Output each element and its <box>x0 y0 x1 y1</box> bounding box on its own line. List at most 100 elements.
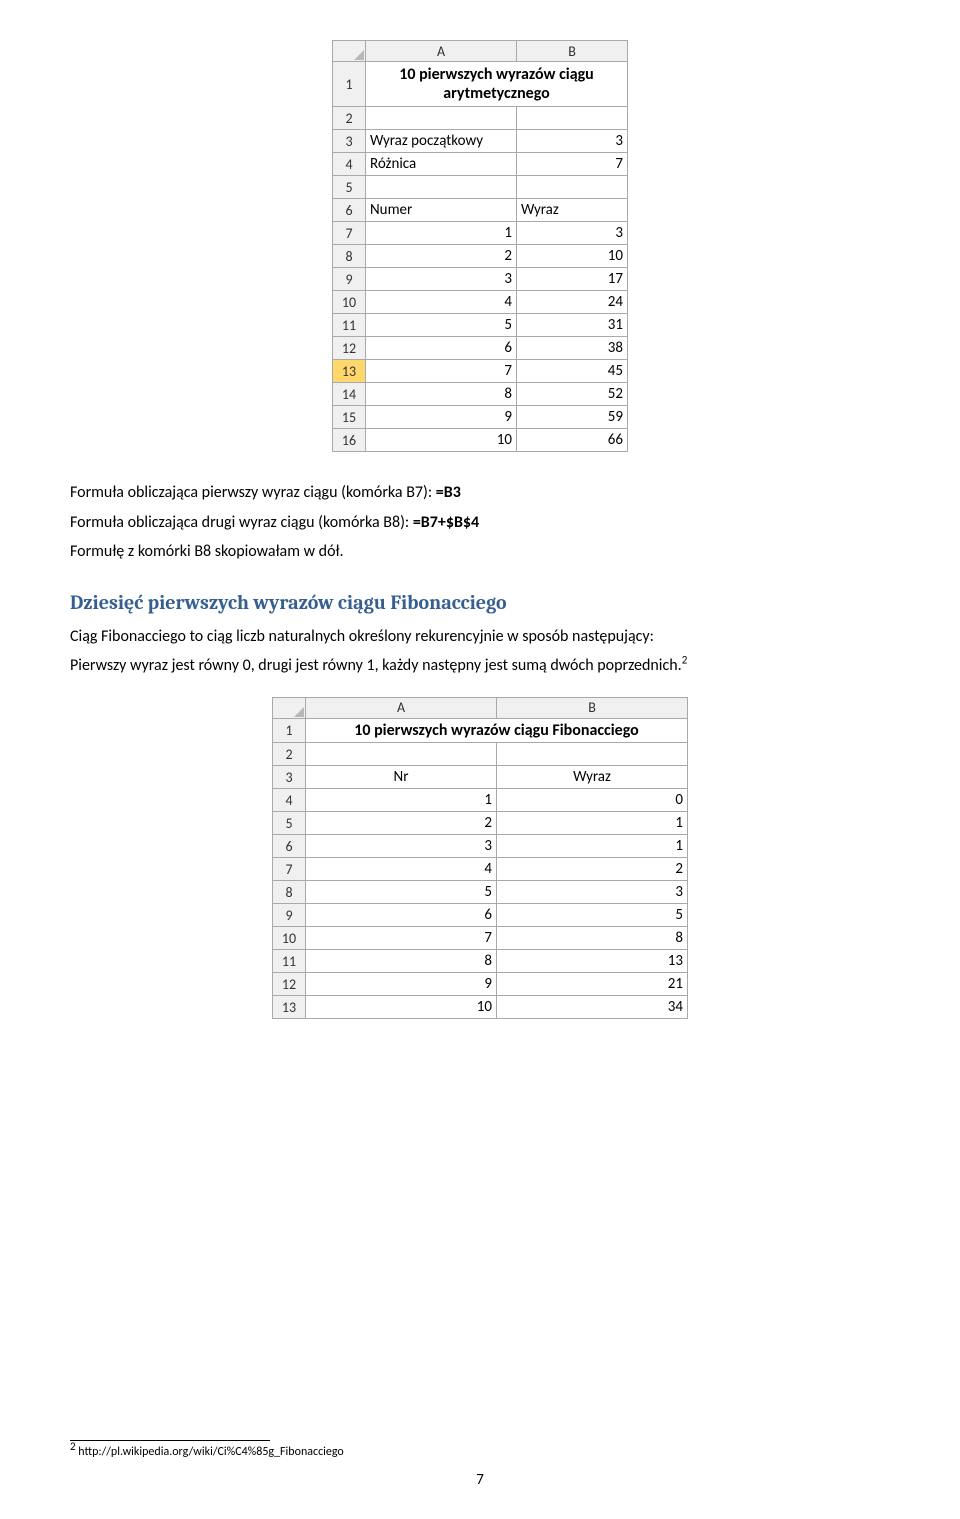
table-row: 410 <box>273 789 688 812</box>
row-header: 3 <box>273 766 306 789</box>
cell: 17 <box>517 268 628 291</box>
row-header: 16 <box>333 429 366 452</box>
table-row: 742 <box>273 858 688 881</box>
table-row: 9317 <box>333 268 628 291</box>
table-row: 965 <box>273 904 688 927</box>
page: AB110 pierwszych wyrazów ciągu arytmetyc… <box>0 0 960 1519</box>
footnote-number: 2 <box>70 1440 76 1453</box>
cell: 21 <box>497 973 688 996</box>
footnote-separator <box>70 1440 270 1441</box>
cell: 1 <box>366 222 517 245</box>
merged-title-cell: 10 pierwszych wyrazów ciągu arytmetyczne… <box>366 62 628 107</box>
formula-b8-prefix: Formuła obliczająca drugi wyraz ciągu (k… <box>70 513 413 532</box>
cell: 9 <box>306 973 497 996</box>
table-row: 6NumerWyraz <box>333 199 628 222</box>
row-header: 10 <box>333 291 366 314</box>
cell: 59 <box>517 406 628 429</box>
table-row: 13745 <box>333 360 628 383</box>
spreadsheet-1-wrap: AB 1 10 pierwszych wyrazów ciągu arytmetyc… <box>70 40 890 452</box>
row-header: 13 <box>333 360 366 383</box>
row-header: 7 <box>273 858 306 881</box>
cell: 66 <box>517 429 628 452</box>
row-header: 8 <box>273 881 306 904</box>
row-header: 6 <box>273 835 306 858</box>
table-row: 14852 <box>333 383 628 406</box>
select-all-corner <box>273 697 306 718</box>
table-row: 4Różnica7 <box>333 153 628 176</box>
fib-rule-text: Pierwszy wyraz jest równy 0, drugi jest … <box>70 656 682 675</box>
table-row: 521 <box>273 812 688 835</box>
row-header: 15 <box>333 406 366 429</box>
cell: 13 <box>497 950 688 973</box>
cell <box>366 176 517 199</box>
cell: 5 <box>497 904 688 927</box>
row-header: 11 <box>333 314 366 337</box>
cell: 2 <box>306 812 497 835</box>
cell: 6 <box>366 337 517 360</box>
row-header: 14 <box>333 383 366 406</box>
formula-b7-prefix: Formuła obliczająca pierwszy wyraz ciągu… <box>70 483 436 502</box>
cell: 8 <box>306 950 497 973</box>
paragraph-formula-b8: Formuła obliczająca drugi wyraz ciągu (k… <box>70 512 890 534</box>
cell: 8 <box>497 927 688 950</box>
cell: 0 <box>497 789 688 812</box>
table-row: 853 <box>273 881 688 904</box>
cell: 1 <box>497 835 688 858</box>
row-header: 3 <box>333 130 366 153</box>
cell: 3 <box>517 222 628 245</box>
cell <box>306 743 497 766</box>
row-header: 12 <box>273 973 306 996</box>
cell: 5 <box>306 881 497 904</box>
page-footer: 2 http://pl.wikipedia.org/wiki/Ci%C4%85g… <box>70 1440 890 1489</box>
cell: 52 <box>517 383 628 406</box>
cell <box>517 107 628 130</box>
row-header: 11 <box>273 950 306 973</box>
table-row: 1078 <box>273 927 688 950</box>
column-header-b: B <box>497 697 688 718</box>
cell: 6 <box>306 904 497 927</box>
formula-b8: =B7+$B$4 <box>413 513 479 532</box>
table-row: 713 <box>333 222 628 245</box>
row-header: 6 <box>333 199 366 222</box>
spreadsheet-1: AB 1 10 pierwszych wyrazów ciągu arytmetyc… <box>332 40 628 452</box>
row-header: 7 <box>333 222 366 245</box>
footnote: 2 http://pl.wikipedia.org/wiki/Ci%C4%85g… <box>70 1445 890 1459</box>
cell: 3 <box>306 835 497 858</box>
table-row: 10424 <box>333 291 628 314</box>
table-row: 8210 <box>333 245 628 268</box>
paragraph-fib-rule: Pierwszy wyraz jest równy 0, drugi jest … <box>70 655 890 677</box>
column-header-b: B <box>517 41 628 62</box>
footnote-ref: 2 <box>682 654 688 667</box>
row-header: 9 <box>333 268 366 291</box>
table-row: 161066 <box>333 429 628 452</box>
cell <box>517 176 628 199</box>
row-header: 4 <box>273 789 306 812</box>
cell: 2 <box>497 858 688 881</box>
cell: Wyraz początkowy <box>366 130 517 153</box>
cell: 7 <box>517 153 628 176</box>
cell: Numer <box>366 199 517 222</box>
cell: 3 <box>517 130 628 153</box>
row-header: 4 <box>333 153 366 176</box>
cell: Wyraz <box>517 199 628 222</box>
cell: 2 <box>366 245 517 268</box>
table-row: 5 <box>333 176 628 199</box>
row-header: 5 <box>273 812 306 835</box>
column-header-a: A <box>366 41 517 62</box>
table-row: 131034 <box>273 996 688 1019</box>
cell: 4 <box>366 291 517 314</box>
cell: 5 <box>366 314 517 337</box>
cell: 3 <box>366 268 517 291</box>
row-header: 9 <box>273 904 306 927</box>
row-header: 1 <box>273 718 306 742</box>
table-row: 15959 <box>333 406 628 429</box>
table-row: 3Wyraz początkowy3 <box>333 130 628 153</box>
select-all-corner <box>333 41 366 62</box>
table-row: 3NrWyraz <box>273 766 688 789</box>
column-header-a: A <box>306 697 497 718</box>
footnote-link: http://pl.wikipedia.org/wiki/Ci%C4%85g_F… <box>78 1445 343 1459</box>
cell <box>497 743 688 766</box>
cell: 24 <box>517 291 628 314</box>
table-row: 12638 <box>333 337 628 360</box>
cell: 31 <box>517 314 628 337</box>
